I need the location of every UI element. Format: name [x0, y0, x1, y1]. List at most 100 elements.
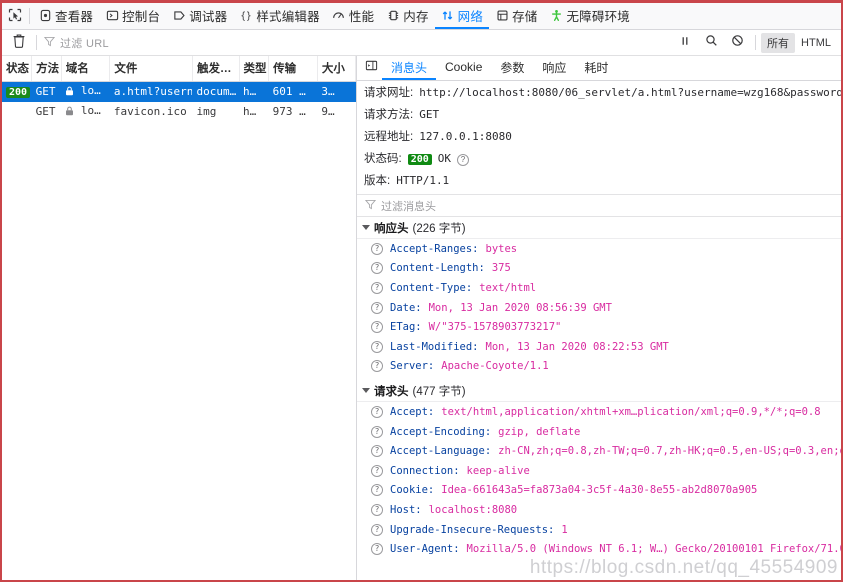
- summary-remote-address: 远程地址: 127.0.0.1:8080: [357, 125, 841, 147]
- summary-status-text: OK: [437, 152, 452, 165]
- chevron-down-icon: [362, 388, 370, 394]
- element-picker-icon: [8, 8, 22, 22]
- question-icon[interactable]: ?: [371, 523, 383, 536]
- devtools-window: 查看器 控制台 调试器 {} 样式编辑器 性能 内存 网络 存储 无障碍环境 过…: [0, 0, 843, 582]
- table-row[interactable]: GET lo… favicon.ico img h… 973 … 9…: [2, 102, 356, 122]
- toolbar-divider: [29, 8, 30, 24]
- question-icon[interactable]: ?: [371, 321, 383, 334]
- pause-button[interactable]: [672, 33, 698, 53]
- details-tab-headers[interactable]: 消息头: [382, 56, 437, 80]
- header-row[interactable]: ? Server: Apache-Coyote/1.1: [357, 357, 841, 377]
- tab-console-label: 控制台: [122, 9, 161, 24]
- question-icon[interactable]: ?: [371, 242, 383, 255]
- trash-icon: [12, 33, 26, 53]
- header-row[interactable]: ? Content-Type: text/html: [357, 278, 841, 298]
- header-row[interactable]: ? ETag: W/"375-1578903773217": [357, 317, 841, 337]
- question-icon[interactable]: ?: [371, 464, 383, 477]
- element-picker-button[interactable]: [4, 3, 27, 29]
- tab-network[interactable]: 网络: [434, 3, 490, 29]
- header-value: Mon, 13 Jan 2020 08:22:53 GMT: [485, 340, 669, 353]
- url-filter-input[interactable]: 过滤 URL: [43, 33, 672, 53]
- details-tab-timings[interactable]: 耗时: [575, 56, 617, 80]
- request-list-empty-space: [2, 121, 356, 580]
- section-request-headers[interactable]: 请求头 (477 字节): [357, 380, 841, 403]
- tab-storage-label: 存储: [512, 9, 538, 24]
- table-row[interactable]: 200 GET lo… a.html?username=wz… docum… h…: [2, 81, 356, 102]
- header-row[interactable]: ? Upgrade-Insecure-Requests: 1: [357, 520, 841, 540]
- header-value: bytes: [485, 242, 518, 255]
- tab-memory[interactable]: 内存: [380, 3, 434, 29]
- question-icon[interactable]: ?: [371, 425, 383, 438]
- header-row[interactable]: ? Connection: keep-alive: [357, 461, 841, 481]
- details-tab-cookies[interactable]: Cookie: [436, 56, 491, 80]
- question-icon[interactable]: ?: [371, 301, 383, 314]
- search-button[interactable]: [698, 33, 724, 53]
- clear-requests-button[interactable]: [9, 33, 29, 53]
- header-row[interactable]: ? Accept: text/html,application/xhtml+xm…p…: [357, 402, 841, 422]
- question-icon[interactable]: ?: [371, 543, 383, 556]
- tab-performance[interactable]: 性能: [326, 3, 380, 29]
- header-row[interactable]: ? User-Agent: Mozilla/5.0 (Windows NT 6.1;…: [357, 539, 841, 559]
- details-tab-response[interactable]: 响应: [533, 56, 575, 80]
- column-size[interactable]: 大小: [317, 56, 357, 82]
- question-icon[interactable]: ?: [371, 484, 383, 497]
- inspector-icon: [38, 8, 52, 22]
- type-filter-html[interactable]: HTML: [795, 35, 837, 51]
- cell-status: 200: [2, 81, 32, 102]
- question-icon[interactable]: ?: [457, 154, 470, 166]
- summary-request-method: 请求方法: GET: [357, 103, 841, 125]
- cell-domain: lo…: [61, 81, 110, 102]
- type-filter-all[interactable]: 所有: [761, 32, 796, 53]
- search-icon: [705, 34, 718, 52]
- question-icon[interactable]: ?: [371, 503, 383, 516]
- header-row[interactable]: ? Accept-Language: zh-CN,zh;q=0.8,zh-TW;q=…: [357, 441, 841, 461]
- header-row[interactable]: ? Host: localhost:8080: [357, 500, 841, 520]
- header-name: ETag:: [390, 321, 422, 334]
- header-row[interactable]: ? Accept-Ranges: bytes: [357, 239, 841, 259]
- header-row[interactable]: ? Cookie: Idea-661643a5=fa873a04-3c5f-4a30…: [357, 481, 841, 501]
- tab-accessibility[interactable]: 无障碍环境: [543, 3, 636, 29]
- headers-filter-input[interactable]: 过滤消息头: [357, 194, 841, 217]
- summary-request-method-key: 请求方法:: [364, 109, 414, 121]
- section-request-headers-size: (477 字节): [412, 385, 466, 398]
- summary-request-url: 请求网址: http://localhost:8080/06_servlet/a…: [357, 81, 841, 103]
- section-response-headers-size: (226 字节): [412, 222, 466, 235]
- header-row[interactable]: ? Date: Mon, 13 Jan 2020 08:56:39 GMT: [357, 298, 841, 318]
- question-icon[interactable]: ?: [371, 405, 383, 418]
- section-response-headers[interactable]: 响应头 (226 字节): [357, 217, 841, 239]
- column-domain[interactable]: 域名: [61, 56, 111, 82]
- header-row[interactable]: ? Content-Length: 375: [357, 259, 841, 279]
- column-cause[interactable]: 触发…: [192, 56, 240, 82]
- devtools-toolbar: 查看器 控制台 调试器 {} 样式编辑器 性能 内存 网络 存储 无障碍环境: [2, 3, 841, 30]
- header-value: Mozilla/5.0 (Windows NT 6.1; W…) Gecko/2…: [466, 543, 841, 556]
- question-icon[interactable]: ?: [371, 281, 383, 294]
- tab-debugger[interactable]: 调试器: [166, 3, 233, 29]
- question-icon[interactable]: ?: [371, 340, 383, 353]
- lock-icon: [65, 106, 74, 119]
- question-icon[interactable]: ?: [371, 360, 383, 373]
- column-transfer[interactable]: 传输: [268, 56, 318, 82]
- tab-style-editor[interactable]: {} 样式编辑器: [233, 3, 326, 29]
- tab-performance-label: 性能: [348, 9, 375, 24]
- details-scroll-area[interactable]: 请求网址: http://localhost:8080/06_servlet/a…: [357, 81, 841, 580]
- column-status[interactable]: 状态: [2, 56, 33, 82]
- column-method[interactable]: 方法: [31, 56, 62, 82]
- split-console-button[interactable]: [360, 57, 382, 79]
- column-type[interactable]: 类型: [239, 56, 270, 82]
- details-tab-params[interactable]: 参数: [491, 56, 533, 80]
- header-name: Host:: [390, 503, 422, 516]
- tab-inspector[interactable]: 查看器: [32, 3, 99, 29]
- summary-status-code: 状态码: 200 OK ?: [357, 147, 841, 169]
- block-requests-button[interactable]: [724, 33, 750, 53]
- tab-console[interactable]: 控制台: [99, 3, 166, 29]
- header-row[interactable]: ? Accept-Encoding: gzip, deflate: [357, 422, 841, 442]
- column-file[interactable]: 文件: [109, 56, 193, 82]
- summary-request-url-key: 请求网址:: [364, 87, 414, 99]
- cell-file: a.html?username=wz…: [109, 81, 193, 102]
- question-icon[interactable]: ?: [371, 262, 383, 275]
- tab-storage[interactable]: 存储: [489, 3, 543, 29]
- header-name: Content-Length:: [390, 262, 485, 275]
- question-icon[interactable]: ?: [371, 445, 383, 458]
- summary-version-value: HTTP/1.1: [396, 174, 450, 187]
- header-row[interactable]: ? Last-Modified: Mon, 13 Jan 2020 08:22:53…: [357, 337, 841, 357]
